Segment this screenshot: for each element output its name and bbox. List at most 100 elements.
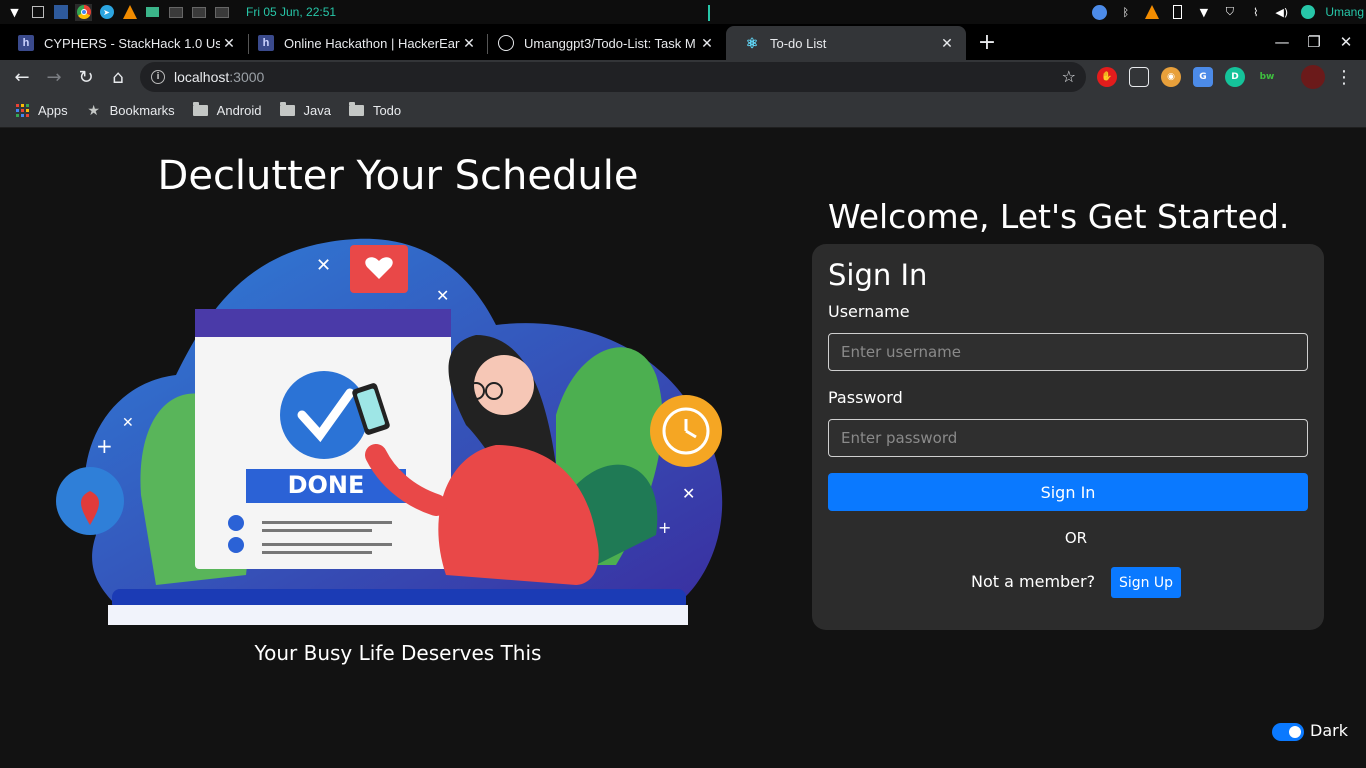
tab-todo-list[interactable]: ⚛ To-do List ✕ [726,26,966,60]
restore-button[interactable]: ❐ [1304,26,1324,58]
sign-up-button[interactable]: Sign Up [1111,567,1181,598]
menu-triangle-icon[interactable]: ▼ [6,4,23,21]
dark-mode-label: Dark [1310,721,1348,740]
hackerearth-icon: h [258,35,274,51]
close-icon[interactable]: ✕ [220,35,238,52]
github-icon [498,35,514,51]
user-name[interactable]: Umang [1325,5,1364,19]
star-icon: ★ [87,102,100,118]
dark-mode-toggle[interactable] [1272,723,1304,741]
notebook-icon[interactable] [52,4,69,21]
battery-icon[interactable] [1169,4,1186,21]
tab-title: CYPHERS - StackHack 1.0 User [44,35,220,51]
bookmarks-bar: Apps ★ Bookmarks Android Java Todo [0,94,1366,128]
forward-button[interactable]: → [42,65,66,89]
not-member-text: Not a member? [971,572,1096,591]
bookmark-todo[interactable]: Todo [349,102,402,118]
tab-cyphers[interactable]: h CYPHERS - StackHack 1.0 User ✕ [0,26,248,60]
clock[interactable]: Fri 05 Jun, 22:51 [246,5,336,19]
bookmark-label: Apps [38,103,68,118]
profile-avatar[interactable] [1301,65,1325,89]
username-label: Username [828,302,910,321]
bookmark-android[interactable]: Android [193,102,261,118]
hero-title: Declutter Your Schedule [157,153,639,199]
address-url[interactable]: localhost:3000 [174,69,264,85]
chrome-menu-button[interactable]: ⋮ [1332,65,1356,89]
vlc-tray-icon[interactable] [1143,4,1160,21]
sign-in-card: Sign In Username Password Sign In OR Not… [812,244,1324,630]
terminal-icon[interactable] [167,4,184,21]
picture-in-picture-icon[interactable] [1129,67,1149,87]
bookmark-label: Todo [372,103,402,118]
svg-text:+: + [96,434,113,458]
reload-button[interactable]: ↻ [74,65,98,89]
bluetooth-icon[interactable]: ᛒ [1117,4,1134,21]
svg-text:✕: ✕ [682,484,695,503]
address-bar[interactable]: i localhost:3000 ☆ [140,62,1086,92]
react-icon: ⚛ [745,34,759,51]
tab-title: Umanggpt3/Todo-List: Task M [524,35,696,51]
toggle-knob [1289,726,1301,738]
tab-github[interactable]: Umanggpt3/Todo-List: Task M ✕ [480,26,726,60]
welcome-heading: Welcome, Let's Get Started. [828,197,1290,236]
translate-extension-icon[interactable]: G [1193,67,1213,87]
apps-grid-icon [14,104,30,118]
svg-text:✕: ✕ [316,255,331,276]
close-icon[interactable]: ✕ [938,35,956,52]
adblock-extension-icon[interactable]: ✋ [1097,67,1117,87]
folder-icon [279,102,295,118]
bookmark-star-icon[interactable]: ☆ [1062,67,1076,86]
terminal-icon[interactable] [190,4,207,21]
info-icon[interactable]: i [151,70,165,84]
todo-illustration: DONE ✕ ✕ ✕ ✕ + + [56,238,723,625]
power-icon[interactable] [1299,4,1316,21]
paperclip-icon[interactable]: ⌇ [1247,4,1264,21]
close-icon[interactable]: ✕ [698,35,716,52]
terminal-icon[interactable] [213,4,230,21]
tab-strip: h CYPHERS - StackHack 1.0 User ✕ h Onlin… [0,24,1366,60]
folder-icon [349,102,365,118]
folder-icon [193,102,209,118]
telegram-icon[interactable]: ➤ [98,4,115,21]
close-window-button[interactable]: ✕ [1336,26,1356,58]
bookmark-java[interactable]: Java [279,102,331,118]
close-icon[interactable]: ✕ [460,35,478,52]
svg-text:+: + [658,518,671,537]
done-badge-text: DONE [288,471,365,499]
volume-icon[interactable]: ◀) [1273,4,1290,21]
home-button[interactable]: ⌂ [106,65,130,89]
cursor-marker [708,5,710,21]
bookmark-label: Java [303,103,331,118]
tab-title: Online Hackathon | HackerEarth [284,35,460,51]
bookmark-label: Bookmarks [109,103,175,118]
browser-toolbar: ← → ↻ ⌂ i localhost:3000 ☆ ✋ ◉ G D bw ⋮ [0,60,1366,94]
files-icon[interactable] [144,4,161,21]
hero-subtitle: Your Busy Life Deserves This [254,641,542,665]
url-host: localhost [174,69,230,85]
svg-text:✕: ✕ [122,415,134,431]
url-port: :3000 [229,69,265,85]
back-button[interactable]: ← [10,65,34,89]
update-icon[interactable] [1091,4,1108,21]
shield-icon[interactable]: ⛉ [1221,4,1238,21]
sign-in-button[interactable]: Sign In [828,473,1308,511]
sign-in-title: Sign In [828,258,928,292]
bw-extension-icon[interactable]: bw [1257,67,1277,87]
username-input[interactable] [828,333,1308,371]
vlc-icon[interactable] [121,4,138,21]
minimize-button[interactable]: — [1272,26,1292,58]
file-manager-icon[interactable] [29,4,46,21]
grammarly-extension-icon[interactable]: D [1225,67,1245,87]
password-label: Password [828,388,903,407]
new-tab-button[interactable]: + [976,26,998,58]
tab-hackerearth[interactable]: h Online Hackathon | HackerEarth ✕ [240,26,488,60]
page-content: Declutter Your Schedule DONE ✕ ✕ ✕ ✕ + +… [0,129,1366,768]
reader-extension-icon[interactable]: ◉ [1161,67,1181,87]
chrome-icon[interactable] [75,3,92,21]
password-input[interactable] [828,419,1308,457]
tab-title: To-do List [770,35,827,51]
os-top-bar: ▼ ➤ Fri 05 Jun, 22:51 ᛒ ▼ ⛉ ⌇ ◀) Umang [0,0,1366,24]
wifi-icon[interactable]: ▼ [1195,4,1212,21]
bookmark-bookmarks[interactable]: ★ Bookmarks [86,102,175,118]
bookmark-apps[interactable]: Apps [14,103,68,118]
